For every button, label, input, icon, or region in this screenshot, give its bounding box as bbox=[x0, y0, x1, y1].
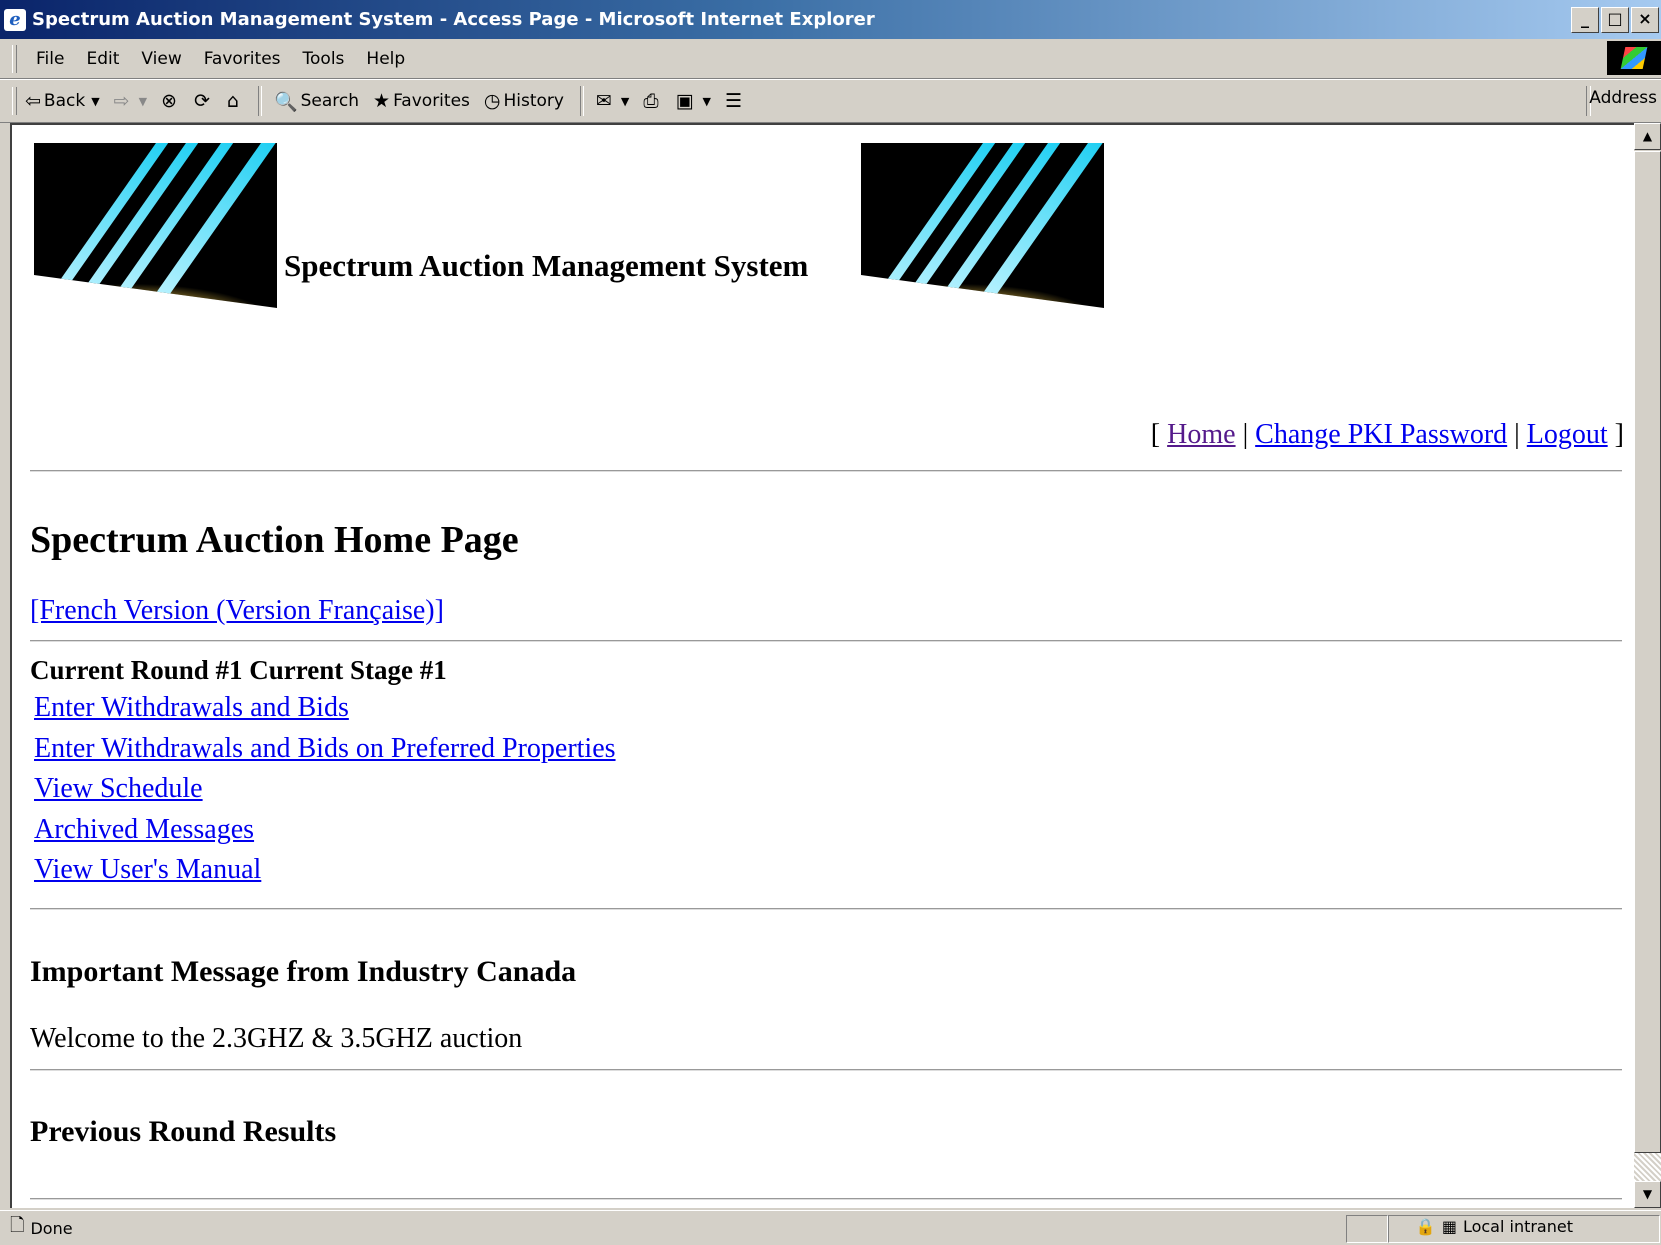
stop-button[interactable]: ⊗ bbox=[161, 90, 180, 112]
lock-icon: 🔒 bbox=[1415, 1217, 1436, 1236]
previous-round-results-heading: Previous Round Results bbox=[30, 1115, 337, 1148]
internet-explorer-icon: e bbox=[4, 8, 26, 31]
menu-help[interactable]: Help bbox=[355, 49, 416, 69]
back-dropdown-icon[interactable]: ▼ bbox=[91, 95, 99, 108]
zone-label: Local intranet bbox=[1462, 1217, 1573, 1236]
close-button[interactable]: × bbox=[1631, 6, 1659, 33]
forward-arrow-icon: ⇨ bbox=[113, 90, 130, 112]
scroll-up-button[interactable]: ▲ bbox=[1634, 123, 1661, 150]
standard-toolbar: ⇦ Back ▼ ⇨ ▼ ⊗ ⟳ ⌂ 🔍 Search ★ Favorites … bbox=[0, 79, 1661, 123]
menu-tools[interactable]: Tools bbox=[292, 49, 356, 69]
history-icon: ◷ bbox=[483, 90, 501, 112]
discuss-icon: ☰ bbox=[724, 90, 743, 112]
banner-title: Spectrum Auction Management System bbox=[284, 248, 809, 283]
history-button[interactable]: ◷ History bbox=[484, 90, 564, 112]
vertical-scrollbar[interactable]: ▲ ▼ bbox=[1634, 123, 1661, 1208]
edit-button[interactable]: ▣ ▼ bbox=[676, 90, 711, 112]
refresh-button[interactable]: ⟳ bbox=[194, 90, 213, 112]
home-link[interactable]: Home bbox=[1167, 419, 1235, 450]
window-title: Spectrum Auction Management System - Acc… bbox=[32, 9, 875, 30]
status-bar: 🗋 Done 🔒 ▦ Local intranet bbox=[0, 1210, 1661, 1245]
message-text: Welcome to the 2.3GHZ & 3.5GHZ auction bbox=[30, 1023, 523, 1054]
scroll-down-button[interactable]: ▼ bbox=[1634, 1181, 1661, 1208]
page-title: Spectrum Auction Home Page bbox=[30, 519, 519, 561]
action-links: Enter Withdrawals and Bids Enter Withdra… bbox=[34, 692, 616, 895]
maximize-button[interactable]: □ bbox=[1601, 6, 1629, 33]
menu-view[interactable]: View bbox=[130, 49, 192, 69]
windows-logo-throbber bbox=[1607, 41, 1661, 75]
home-button[interactable]: ⌂ bbox=[227, 90, 242, 112]
mail-icon: ✉ bbox=[595, 90, 612, 112]
divider bbox=[30, 640, 1622, 642]
search-button[interactable]: 🔍 Search bbox=[274, 90, 359, 113]
print-button[interactable]: ⎙ bbox=[643, 90, 661, 112]
forward-dropdown-icon[interactable]: ▼ bbox=[139, 95, 147, 108]
menu-bar: File Edit View Favorites Tools Help bbox=[0, 39, 1661, 79]
status-panel bbox=[1346, 1215, 1388, 1243]
status-text: Done bbox=[30, 1218, 73, 1238]
divider bbox=[30, 908, 1622, 910]
stop-icon: ⊗ bbox=[161, 90, 177, 112]
forward-button[interactable]: ⇨ ▼ bbox=[114, 90, 147, 112]
window-title-bar: e Spectrum Auction Management System - A… bbox=[0, 0, 1661, 39]
view-schedule-link[interactable]: View Schedule bbox=[34, 773, 203, 804]
banner-graphic-left bbox=[34, 143, 277, 308]
divider bbox=[30, 1198, 1622, 1200]
top-navigation: [ Home | Change PKI Password | Logout ] bbox=[1150, 419, 1624, 450]
favorites-icon: ★ bbox=[373, 90, 391, 112]
mail-dropdown-icon[interactable]: ▼ bbox=[621, 95, 629, 108]
mail-button[interactable]: ✉ ▼ bbox=[596, 90, 629, 112]
search-icon: 🔍 bbox=[273, 90, 298, 113]
favorites-button[interactable]: ★ Favorites bbox=[373, 90, 470, 112]
menu-bar-grip[interactable] bbox=[12, 44, 17, 73]
minimize-button[interactable]: _ bbox=[1571, 6, 1599, 33]
menu-favorites[interactable]: Favorites bbox=[193, 49, 292, 69]
refresh-icon: ⟳ bbox=[193, 90, 210, 112]
page-content[interactable]: Spectrum Auction Management System [ Hom… bbox=[10, 123, 1634, 1208]
print-icon: ⎙ bbox=[643, 90, 659, 112]
scroll-thumb[interactable] bbox=[1634, 151, 1661, 1153]
enter-withdrawals-bids-link[interactable]: Enter Withdrawals and Bids bbox=[34, 692, 349, 723]
discuss-button[interactable]: ☰ bbox=[725, 90, 745, 112]
menu-file[interactable]: File bbox=[25, 49, 75, 69]
banner: Spectrum Auction Management System bbox=[34, 143, 1114, 308]
message-heading: Important Message from Industry Canada bbox=[30, 955, 577, 988]
intranet-icon: ▦ bbox=[1441, 1217, 1457, 1236]
enter-withdrawals-bids-preferred-link[interactable]: Enter Withdrawals and Bids on Preferred … bbox=[34, 733, 616, 764]
page-icon: 🗋 bbox=[10, 1215, 25, 1236]
archived-messages-link[interactable]: Archived Messages bbox=[34, 814, 254, 845]
view-users-manual-link[interactable]: View User's Manual bbox=[34, 854, 261, 885]
back-arrow-icon: ⇦ bbox=[25, 90, 41, 112]
toolbar-separator bbox=[579, 86, 584, 116]
change-pki-password-link[interactable]: Change PKI Password bbox=[1255, 419, 1507, 450]
search-label: Search bbox=[300, 91, 360, 111]
banner-graphic-right bbox=[861, 143, 1104, 308]
home-icon: ⌂ bbox=[226, 90, 239, 112]
divider bbox=[30, 1069, 1622, 1071]
toolbar-grip[interactable] bbox=[12, 87, 17, 115]
round-status: Current Round #1 Current Stage #1 bbox=[30, 655, 447, 685]
menu-edit[interactable]: Edit bbox=[75, 49, 130, 69]
scroll-track[interactable] bbox=[1634, 1153, 1661, 1181]
logout-link[interactable]: Logout bbox=[1527, 419, 1608, 450]
french-version-link[interactable]: [French Version (Version Française)] bbox=[30, 595, 444, 627]
back-label: Back bbox=[43, 91, 86, 111]
favorites-label: Favorites bbox=[393, 91, 470, 111]
back-button[interactable]: ⇦ Back ▼ bbox=[25, 90, 100, 112]
address-label[interactable]: Address bbox=[1589, 88, 1657, 108]
security-zone: 🔒 ▦ Local intranet bbox=[1416, 1217, 1573, 1236]
edit-icon: ▣ bbox=[675, 90, 694, 112]
history-label: History bbox=[503, 91, 564, 111]
edit-dropdown-icon[interactable]: ▼ bbox=[703, 95, 711, 108]
divider bbox=[30, 470, 1622, 472]
toolbar-separator bbox=[257, 86, 262, 116]
